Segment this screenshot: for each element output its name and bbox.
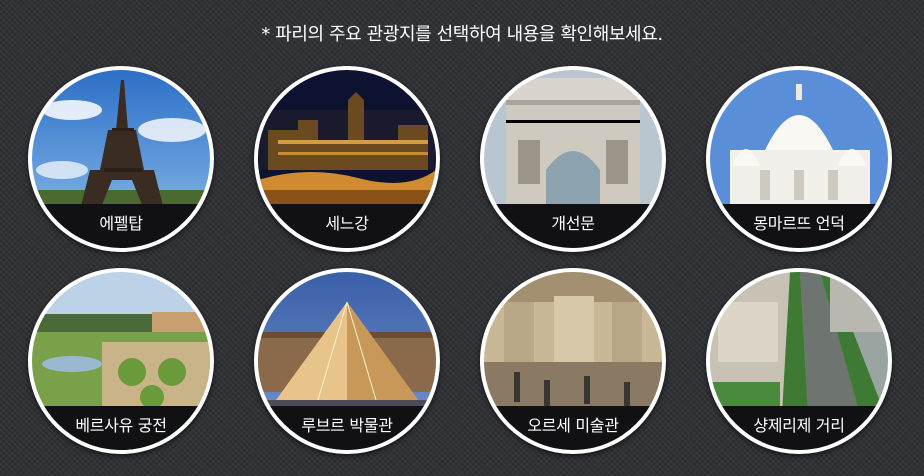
spot-label: 개선문 — [484, 204, 662, 248]
spot-label: 루브르 박물관 — [258, 406, 436, 450]
instruction-text: * 파리의 주요 관광지를 선택하여 내용을 확인해보세요. — [261, 24, 663, 45]
spot-label: 오르세 미술관 — [484, 406, 662, 450]
spot-versailles[interactable]: 베르사유 궁전 — [28, 268, 214, 454]
spot-eiffel-tower[interactable]: 에펠탑 — [28, 66, 214, 252]
spot-label: 에펠탑 — [32, 204, 210, 248]
spot-seine-river[interactable]: 세느강 — [254, 66, 440, 252]
spot-label: 샹제리제 거리 — [710, 406, 888, 450]
spot-label: 베르사유 궁전 — [32, 406, 210, 450]
spot-label: 몽마르뜨 언덕 — [710, 204, 888, 248]
spot-montmartre[interactable]: 몽마르뜨 언덕 — [706, 66, 892, 252]
spot-arc-de-triomphe[interactable]: 개선문 — [480, 66, 666, 252]
spot-champs-elysees[interactable]: 샹제리제 거리 — [706, 268, 892, 454]
spot-orsay-museum[interactable]: 오르세 미술관 — [480, 268, 666, 454]
spot-louvre[interactable]: 루브르 박물관 — [254, 268, 440, 454]
spot-label: 세느강 — [258, 204, 436, 248]
